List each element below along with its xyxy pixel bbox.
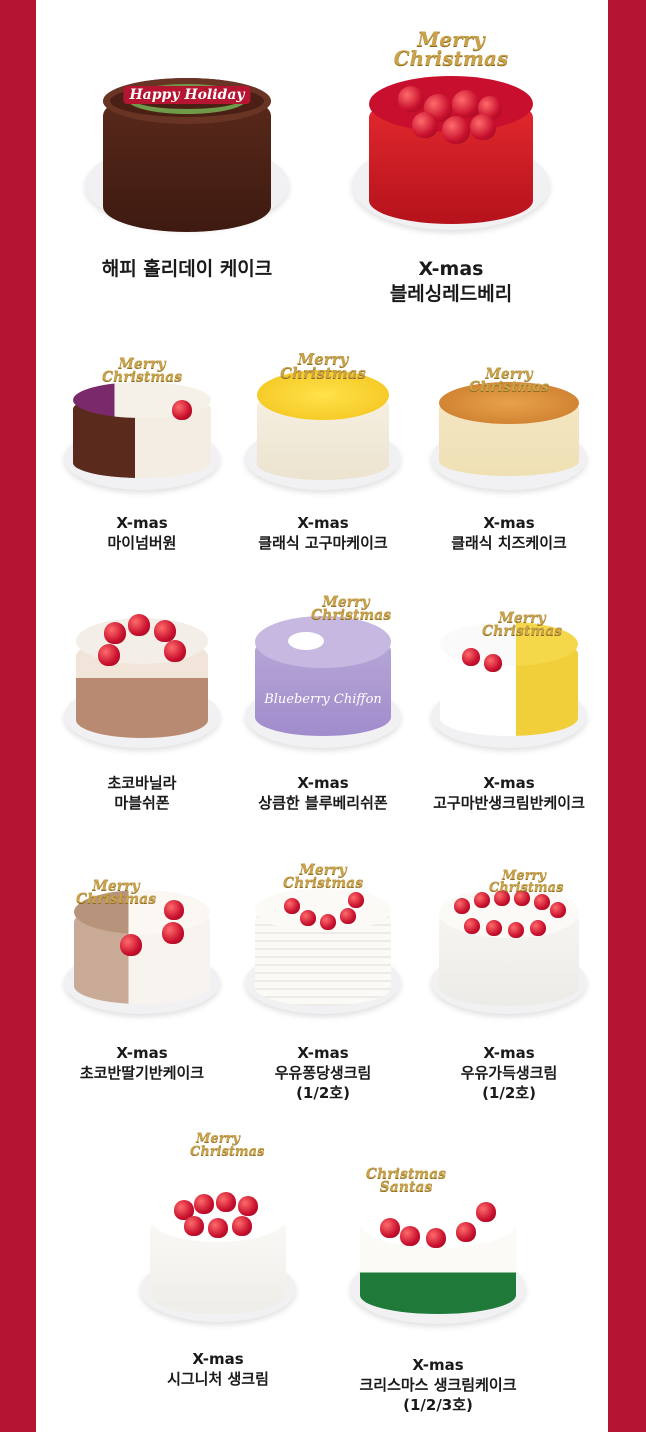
- cake-name: X-mas 초코반딸기반케이크: [79, 1044, 205, 1082]
- cake-card-blueberry-chiffon[interactable]: Merry Christmas Blueberry Chiffon X-mas …: [242, 592, 404, 814]
- cake-topper: Merry Christmas: [190, 1131, 265, 1159]
- cake-topper: Merry Christmas: [76, 878, 157, 908]
- cake-card-classic-cheese[interactable]: Merry Christmas X-mas 클래식 치즈케이크: [428, 352, 590, 554]
- cake-name: X-mas 우유가득생크림 (1/2호): [460, 1044, 558, 1102]
- cake-card-my-number-one[interactable]: Merry Christmas X-mas 마이넘버원: [62, 352, 222, 554]
- cake-topper: Merry Christmas: [280, 350, 366, 383]
- cake-name: X-mas 블레싱레드베리: [389, 258, 513, 306]
- cake-card-signature-cream[interactable]: Merry Christmas X-mas 시그니처 생크림: [136, 1132, 300, 1390]
- cake-card-happy-holiday[interactable]: Happy Holiday 해피 홀리데이 케이크: [82, 30, 292, 282]
- cake-name: 초코바닐라 마블쉬폰: [107, 774, 177, 812]
- cake-topper: Christmas Santas: [365, 1166, 447, 1196]
- cake-side-text: Blueberry Chiffon: [264, 692, 382, 707]
- cake-topper: Merry Christmas: [102, 356, 183, 386]
- cake-card-sweet-potato-half-cream[interactable]: Merry Christmas X-mas 고구마반생크림반케이크: [418, 592, 600, 814]
- cake-card-christmas-cream-cake[interactable]: Christmas Santas X-mas 크리스마스 생크림케이크 (1/2…: [340, 1166, 536, 1415]
- cake-name: X-mas 상큼한 블루베리쉬폰: [258, 774, 388, 812]
- cake-name: X-mas 고구마반생크림반케이크: [433, 774, 585, 812]
- cake-topper: Merry Christmas: [468, 366, 550, 396]
- left-red-border: [0, 0, 36, 1432]
- cake-card-choco-half-strawberry[interactable]: Merry Christmas X-mas 초코반딸기반케이크: [62, 862, 222, 1084]
- cake-name: X-mas 클래식 고구마케이크: [258, 514, 388, 552]
- cake-name: X-mas 시그니처 생크림: [167, 1350, 269, 1388]
- cake-card-blessing-red-berry[interactable]: Merry Christmas X-mas 블레싱레드베리: [346, 24, 556, 307]
- cake-topper: Merry Christmas: [489, 868, 564, 896]
- cake-topper: Merry Christmas: [393, 27, 509, 70]
- cake-card-milk-full-cream[interactable]: Merry Christmas X-mas 우유가득생크림 (1/2호): [428, 862, 590, 1103]
- cake-topper: Merry Christmas: [311, 594, 392, 624]
- cake-name: 해피 홀리데이 케이크: [101, 258, 273, 280]
- cake-name: X-mas 우유퐁당생크림 (1/2호): [274, 1044, 372, 1102]
- cake-card-choco-vanilla-marble[interactable]: 초코바닐라 마블쉬폰: [62, 592, 222, 814]
- cake-card-classic-sweet-potato[interactable]: Merry Christmas X-mas 클래식 고구마케이크: [242, 352, 404, 554]
- cake-card-milk-pongdang-cream[interactable]: Merry Christmas X-mas 우유퐁당생크림 (1/2호): [242, 862, 404, 1103]
- cake-name: X-mas 클래식 치즈케이크: [451, 514, 567, 552]
- cake-topper: Happy Holiday: [123, 86, 251, 104]
- cake-name: X-mas 마이넘버원: [107, 514, 177, 552]
- cake-catalog-page: Happy Holiday 해피 홀리데이 케이크 Merry Christma…: [0, 0, 646, 1432]
- cake-name: X-mas 크리스마스 생크림케이크 (1/2/3호): [359, 1356, 517, 1414]
- right-red-border: [608, 0, 646, 1432]
- cake-topper: Merry Christmas: [283, 862, 364, 892]
- cake-topper: Merry Christmas: [482, 610, 563, 640]
